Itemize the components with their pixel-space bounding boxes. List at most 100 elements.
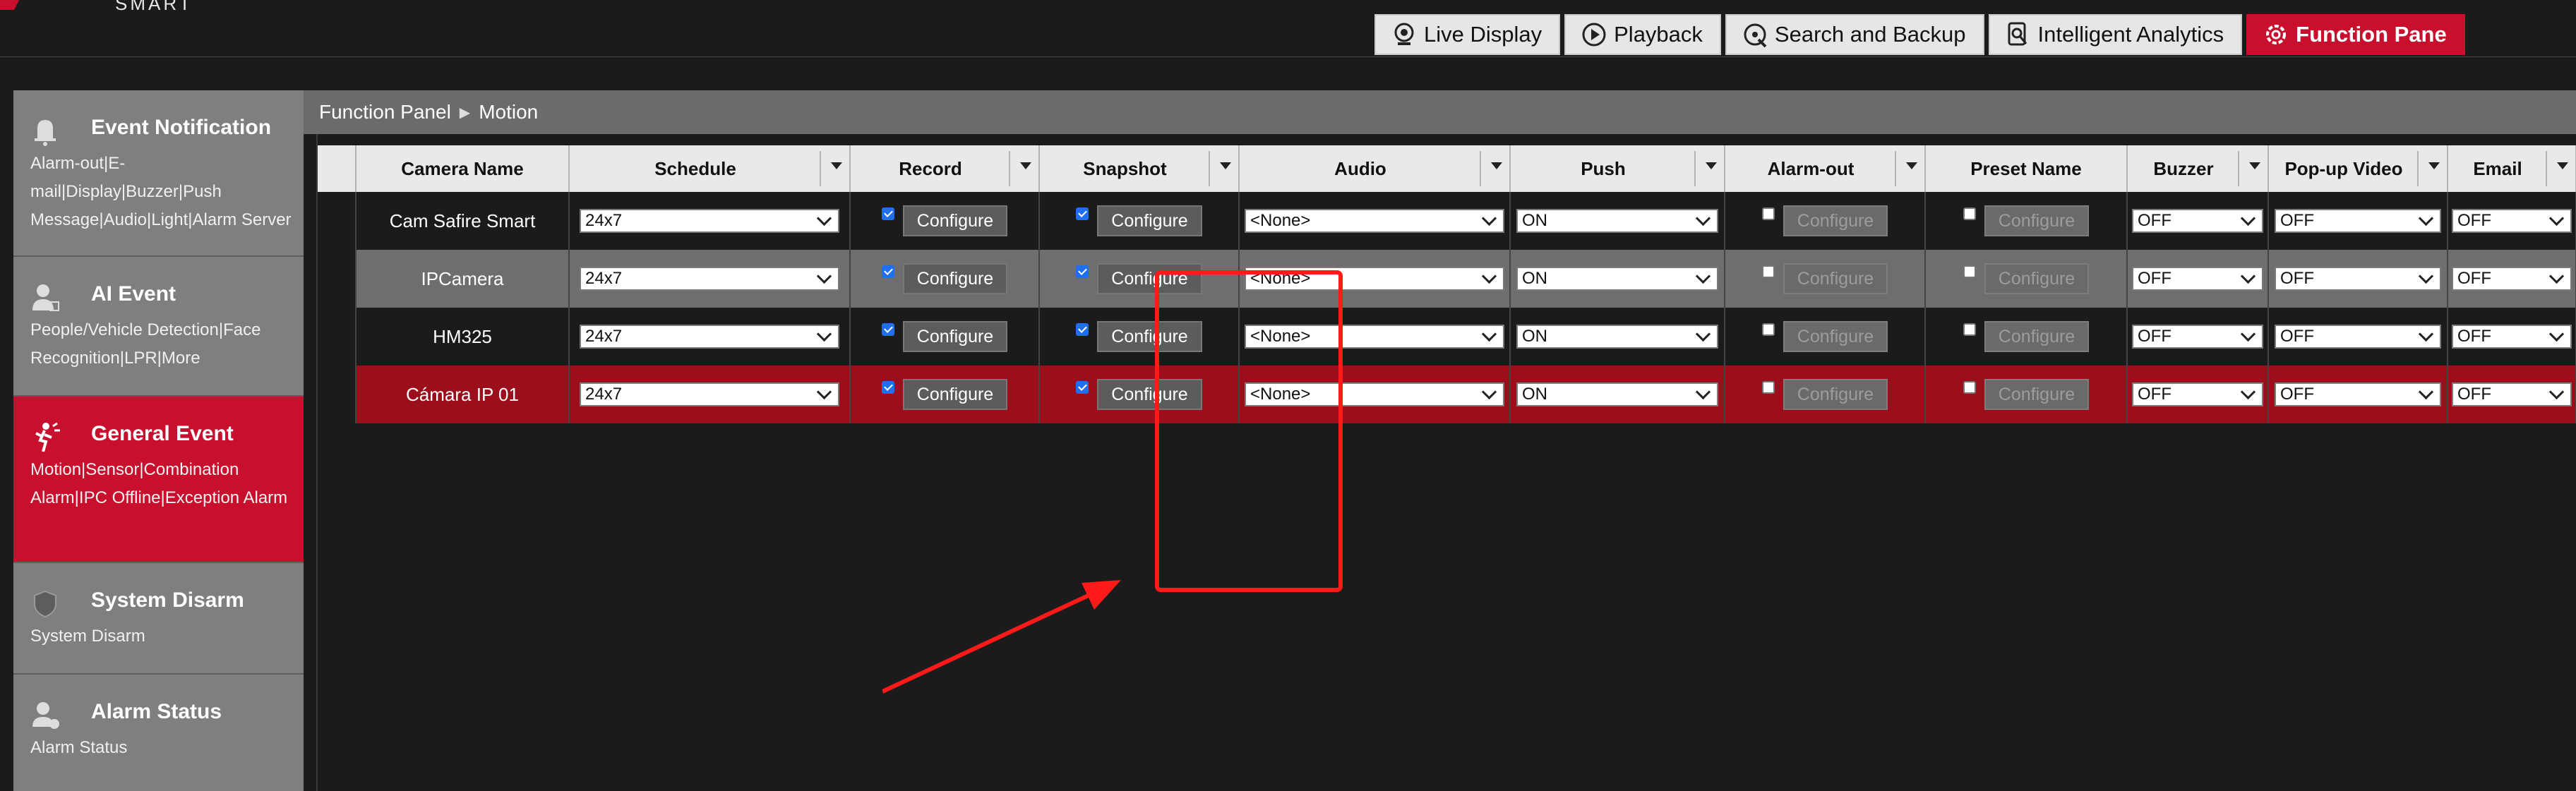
- alarm-out-cell: Configure: [1725, 308, 1926, 366]
- sidebar-item-description: System Disarm: [30, 627, 145, 646]
- header-schedule[interactable]: Schedule: [569, 145, 851, 192]
- snapshot-checkbox[interactable]: [1076, 323, 1089, 336]
- record-configure-button[interactable]: Configure: [902, 379, 1008, 410]
- snapshot-checkbox[interactable]: [1076, 207, 1089, 220]
- chevron-down-icon: [1481, 210, 1497, 226]
- popup-video-select[interactable]: OFF: [2275, 382, 2441, 406]
- table-row[interactable]: HM325 24x7 Configure Configure <None> ON Confi…: [318, 308, 2576, 366]
- preset-checkbox[interactable]: [1963, 381, 1976, 394]
- table-row[interactable]: Cámara IP 01 24x7 Configure Configure <None>…: [318, 366, 2576, 423]
- sidebar-item-ai-event[interactable]: AI Event People/Vehicle Detection|Face R…: [13, 257, 304, 397]
- snapshot-configure-button[interactable]: Configure: [1097, 321, 1202, 352]
- dropdown-arrow-icon[interactable]: [1020, 162, 1031, 169]
- sidebar: Event Notification Alarm-out|E-mail|Disp…: [13, 90, 304, 791]
- header-buzzer[interactable]: Buzzer: [2127, 145, 2269, 192]
- buzzer-select[interactable]: OFF: [2132, 267, 2263, 291]
- alarm-out-checkbox[interactable]: [1761, 323, 1775, 336]
- sidebar-item-event-notification[interactable]: Event Notification Alarm-out|E-mail|Disp…: [13, 90, 304, 257]
- sidebar-item-alarm-status[interactable]: Alarm Status Alarm Status: [13, 675, 304, 791]
- breadcrumb-root[interactable]: Function Panel: [319, 101, 451, 123]
- snapshot-checkbox[interactable]: [1076, 265, 1089, 278]
- dropdown-arrow-icon[interactable]: [2249, 162, 2260, 169]
- snapshot-configure-button[interactable]: Configure: [1097, 263, 1202, 294]
- push-select[interactable]: ON: [1516, 267, 1718, 291]
- dropdown-arrow-icon[interactable]: [1906, 162, 1917, 169]
- tab-playback[interactable]: Playback: [1564, 14, 1721, 55]
- chevron-down-icon: [1481, 268, 1497, 284]
- schedule-select[interactable]: 24x7: [580, 209, 839, 233]
- chevron-down-icon: [1695, 268, 1711, 284]
- dropdown-arrow-icon[interactable]: [1220, 162, 1231, 169]
- alarm-out-checkbox[interactable]: [1761, 207, 1775, 220]
- record-configure-button[interactable]: Configure: [902, 321, 1008, 352]
- buzzer-select[interactable]: OFF: [2132, 209, 2263, 233]
- audio-select[interactable]: <None>: [1245, 325, 1504, 349]
- snapshot-configure-button[interactable]: Configure: [1097, 205, 1202, 236]
- record-checkbox[interactable]: [881, 323, 894, 336]
- header-popup-video[interactable]: Pop-up Video: [2268, 145, 2448, 192]
- header-email[interactable]: Email: [2448, 145, 2576, 192]
- preset-cell: Configure: [1925, 192, 2128, 250]
- dropdown-arrow-icon[interactable]: [2557, 162, 2568, 169]
- header-spacer: [318, 145, 357, 192]
- dropdown-arrow-icon[interactable]: [831, 162, 842, 169]
- alarm-out-checkbox[interactable]: [1761, 265, 1775, 278]
- buzzer-select[interactable]: OFF: [2132, 325, 2263, 349]
- record-checkbox[interactable]: [881, 381, 894, 394]
- popup-video-select[interactable]: OFF: [2275, 267, 2441, 291]
- sidebar-item-description: People/Vehicle Detection|Face Recognitio…: [30, 320, 261, 368]
- sidebar-item-title: Event Notification: [91, 116, 272, 139]
- audio-select[interactable]: <None>: [1245, 382, 1504, 406]
- push-select[interactable]: ON: [1516, 325, 1718, 349]
- email-select[interactable]: OFF: [2452, 267, 2572, 291]
- email-select[interactable]: OFF: [2452, 325, 2572, 349]
- popup-video-select[interactable]: OFF: [2275, 209, 2441, 233]
- tab-function-panel[interactable]: Function Pane: [2246, 14, 2465, 55]
- schedule-cell: 24x7: [569, 308, 851, 366]
- sidebar-item-title: General Event: [91, 422, 234, 445]
- popup-video-select[interactable]: OFF: [2275, 325, 2441, 349]
- schedule-select[interactable]: 24x7: [580, 382, 839, 406]
- header-push[interactable]: Push: [1510, 145, 1725, 192]
- main-navigation: Live Display Playback Search and Backup …: [1374, 14, 2465, 55]
- snapshot-configure-button[interactable]: Configure: [1097, 379, 1202, 410]
- push-select[interactable]: ON: [1516, 209, 1718, 233]
- header-snapshot[interactable]: Snapshot: [1039, 145, 1240, 192]
- audio-select[interactable]: <None>: [1245, 209, 1504, 233]
- tab-search-and-backup[interactable]: Search and Backup: [1725, 14, 1984, 55]
- preset-checkbox[interactable]: [1963, 323, 1976, 336]
- tab-intelligent-analytics[interactable]: Intelligent Analytics: [1988, 14, 2243, 55]
- header-audio[interactable]: Audio: [1239, 145, 1511, 192]
- record-checkbox[interactable]: [881, 207, 894, 220]
- snapshot-checkbox[interactable]: [1076, 381, 1089, 394]
- email-cell: OFF: [2448, 308, 2576, 366]
- dropdown-arrow-icon[interactable]: [1706, 162, 1717, 169]
- push-select[interactable]: ON: [1516, 382, 1718, 406]
- preset-checkbox[interactable]: [1963, 207, 1976, 220]
- header-alarm-out[interactable]: Alarm-out: [1725, 145, 1926, 192]
- preset-checkbox[interactable]: [1963, 265, 1976, 278]
- schedule-select[interactable]: 24x7: [580, 267, 839, 291]
- sidebar-item-general-event[interactable]: General Event Motion|Sensor|Combination …: [13, 397, 304, 563]
- record-configure-button[interactable]: Configure: [902, 263, 1008, 294]
- table-row[interactable]: Cam Safire Smart 24x7 Configure Configure <N…: [318, 192, 2576, 250]
- sidebar-item-system-disarm[interactable]: System Disarm System Disarm: [13, 563, 304, 675]
- dropdown-arrow-icon[interactable]: [2428, 162, 2440, 169]
- alarm-out-checkbox[interactable]: [1761, 381, 1775, 394]
- email-select[interactable]: OFF: [2452, 382, 2572, 406]
- audio-select[interactable]: <None>: [1245, 267, 1504, 291]
- buzzer-cell: OFF: [2127, 192, 2269, 250]
- buzzer-select[interactable]: OFF: [2132, 382, 2263, 406]
- schedule-select[interactable]: 24x7: [580, 325, 839, 349]
- push-cell: ON: [1510, 366, 1725, 423]
- email-select[interactable]: OFF: [2452, 209, 2572, 233]
- record-configure-button[interactable]: Configure: [902, 205, 1008, 236]
- row-spacer: [318, 366, 357, 423]
- table-row[interactable]: IPCamera 24x7 Configure Configure <None> ON Co…: [318, 250, 2576, 308]
- brand-logo-icon: [0, 0, 19, 10]
- header-record[interactable]: Record: [850, 145, 1040, 192]
- chevron-down-icon: [1695, 384, 1711, 399]
- dropdown-arrow-icon[interactable]: [1491, 162, 1502, 169]
- record-checkbox[interactable]: [881, 265, 894, 278]
- tab-live-display[interactable]: Live Display: [1374, 14, 1561, 55]
